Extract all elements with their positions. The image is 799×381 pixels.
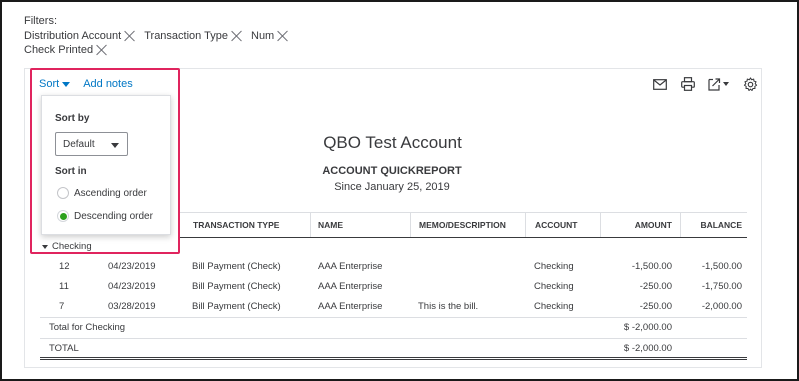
total-label: TOTAL (49, 343, 79, 354)
email-icon[interactable] (650, 75, 670, 93)
cell-date: 04/23/2019 (108, 261, 156, 272)
radio-unselected-icon[interactable] (57, 187, 69, 199)
chevron-down-icon (42, 244, 48, 249)
cell-amount: -250.00 (639, 281, 672, 292)
cell-balance: -1,750.00 (701, 281, 742, 292)
column-divider (525, 213, 526, 237)
sort-button-label: Sort (39, 78, 60, 90)
close-icon[interactable] (96, 44, 108, 56)
report-title: ACCOUNT QUICKREPORT (322, 165, 462, 177)
cell-name: AAA Enterprise (318, 301, 383, 312)
table-header: TRANSACTION TYPE NAME MEMO/DESCRIPTION A… (180, 212, 747, 238)
column-divider (680, 213, 681, 237)
filter-chip-label: Distribution Account (24, 29, 122, 42)
group-header-checking[interactable]: Checking (42, 241, 92, 252)
group-label: Checking (52, 241, 92, 252)
sort-by-select[interactable]: Default (55, 132, 128, 156)
column-header-amount[interactable]: AMOUNT (635, 220, 672, 230)
column-divider (410, 213, 411, 237)
cell-balance: -2,000.00 (701, 301, 742, 312)
column-divider (310, 213, 311, 237)
cell-type[interactable]: Bill Payment (Check) (192, 261, 281, 272)
group-total-row: Total for Checking $ -2,000.00 (40, 317, 747, 337)
sort-by-value: Default (63, 138, 95, 150)
cell-date: 03/28/2019 (108, 301, 156, 312)
descending-order-label: Descending order (74, 210, 153, 222)
close-icon[interactable] (124, 30, 136, 42)
cell-name: AAA Enterprise (318, 261, 383, 272)
cell-memo: This is the bill. (418, 301, 479, 312)
close-icon[interactable] (277, 30, 289, 42)
cell-type[interactable]: Bill Payment (Check) (192, 281, 281, 292)
close-icon[interactable] (231, 30, 243, 42)
report-actions (650, 75, 760, 93)
filter-chip-label: Transaction Type (144, 29, 228, 42)
filter-chip-distribution-account: Distribution Account (24, 29, 136, 44)
filters-bar: Filters: Distribution Account Transactio… (24, 14, 297, 58)
filter-chip-label: Num (251, 29, 275, 42)
total-double-rule (40, 357, 747, 358)
sort-button[interactable]: Sort (39, 78, 71, 90)
company-name-text: QBO Test Account (323, 133, 462, 152)
cell-account: Checking (534, 301, 574, 312)
chevron-down-icon (62, 81, 71, 87)
filter-chip-num: Num (251, 29, 289, 44)
cell-num: 12 (59, 261, 70, 272)
sort-dropdown-menu: Sort by Default Sort in Ascending order … (41, 95, 171, 235)
add-notes-link[interactable]: Add notes (83, 78, 133, 90)
cell-account: Checking (534, 261, 574, 272)
export-icon[interactable] (706, 75, 732, 93)
group-total-amount: $ -2,000.00 (623, 322, 672, 333)
filter-chip-transaction-type: Transaction Type (144, 29, 243, 44)
total-amount: $ -2,000.00 (623, 343, 672, 354)
report-toolbar: Sort Add notes (39, 78, 133, 90)
report-subtitle: Since January 25, 2019 (334, 181, 450, 193)
filters-label: Filters: (24, 15, 57, 27)
descending-order-option[interactable]: Descending order (57, 210, 153, 222)
radio-selected-icon[interactable] (57, 210, 69, 222)
cell-num: 11 (59, 281, 69, 292)
cell-amount: -1,500.00 (631, 261, 672, 272)
group-total-label: Total for Checking (49, 322, 126, 333)
column-header-memo[interactable]: MEMO/DESCRIPTION (419, 220, 506, 230)
column-header-transaction-type[interactable]: TRANSACTION TYPE (193, 220, 279, 230)
cell-type[interactable]: Bill Payment (Check) (192, 301, 281, 312)
cell-account: Checking (534, 281, 574, 292)
column-header-account[interactable]: ACCOUNT (535, 220, 578, 230)
settings-icon[interactable] (740, 75, 760, 93)
filter-chip-check-printed: Check Printed (24, 43, 108, 58)
column-header-name[interactable]: NAME (318, 220, 343, 230)
sort-by-label: Sort by (55, 113, 90, 124)
column-header-balance[interactable]: BALANCE (700, 220, 742, 230)
cell-balance: -1,500.00 (701, 261, 742, 272)
sort-in-label: Sort in (55, 166, 87, 177)
total-row: TOTAL $ -2,000.00 (40, 338, 747, 358)
column-divider (600, 213, 601, 237)
cell-amount: -250.00 (639, 301, 672, 312)
cell-date: 04/23/2019 (108, 281, 156, 292)
filter-chip-label: Check Printed (24, 44, 94, 56)
chevron-down-icon (111, 143, 119, 148)
cell-name: AAA Enterprise (318, 281, 383, 292)
print-icon[interactable] (678, 75, 698, 93)
cell-num: 7 (59, 301, 65, 312)
ascending-order-label: Ascending order (74, 187, 147, 199)
total-double-rule (40, 359, 747, 360)
ascending-order-option[interactable]: Ascending order (57, 187, 147, 199)
